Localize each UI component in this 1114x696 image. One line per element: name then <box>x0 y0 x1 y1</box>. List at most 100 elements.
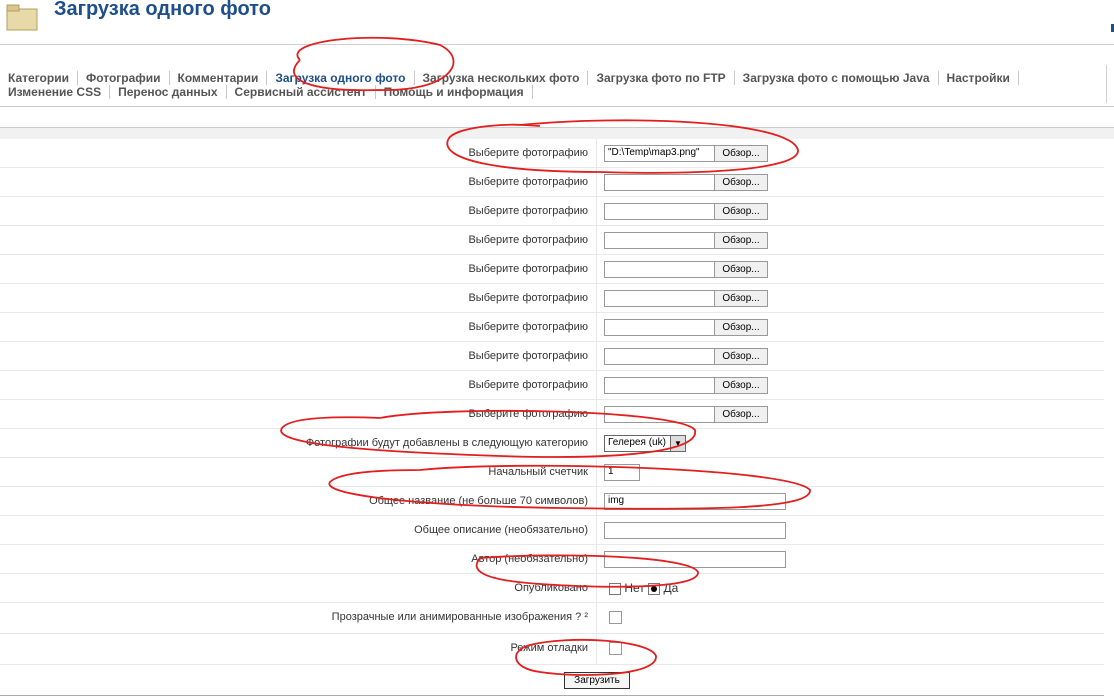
browse-button[interactable]: Обзор... <box>714 175 767 190</box>
field-cell: Обзор... <box>596 197 1105 225</box>
transparent-checkbox[interactable] <box>609 611 622 624</box>
counter-input[interactable]: 1 <box>604 464 640 481</box>
file-path: "D:\Temp\map3.png" <box>608 147 700 158</box>
field-cell: 1 <box>596 458 1105 486</box>
field-label: Выберите фотографию <box>468 379 588 391</box>
field-label: Выберите фотографию <box>468 350 588 362</box>
browse-button[interactable]: Обзор... <box>714 146 767 161</box>
field-label: Выберите фотографию <box>468 408 588 420</box>
field-cell: "D:\Temp\map3.png" Обзор... <box>596 139 1105 167</box>
browse-button[interactable]: Обзор... <box>714 204 767 219</box>
form-row: Общее описание (необязательно) <box>0 516 1104 545</box>
tab-7[interactable]: Загрузка фото с помощью Java <box>735 71 939 85</box>
file-input[interactable]: Обзор... <box>604 319 768 336</box>
input-value: 1 <box>608 466 614 477</box>
field-cell: img <box>596 487 1105 515</box>
title-input[interactable]: img <box>604 493 786 510</box>
browse-button[interactable]: Обзор... <box>714 320 767 335</box>
category-select[interactable]: Гелерея (uk) ▼ <box>604 435 686 452</box>
tabs-bar: Категории Фотографии Комментарии Загрузка о… <box>0 65 1107 103</box>
file-input[interactable]: Обзор... <box>604 377 768 394</box>
field-cell: Обзор... <box>596 284 1105 312</box>
input-value: img <box>608 495 625 506</box>
upload-form: Выберите фотографию "D:\Temp\map3.png" Обз… <box>0 139 1104 696</box>
field-label: Опубликовано <box>514 582 588 594</box>
browse-button[interactable]: Обзор... <box>714 407 767 422</box>
file-input[interactable]: Обзор... <box>604 348 768 365</box>
field-label: Выберите фотографию <box>468 321 588 333</box>
browse-button[interactable]: Обзор... <box>714 233 767 248</box>
tab-6[interactable]: Загрузка фото по FTP <box>588 71 735 85</box>
field-cell <box>596 603 1105 633</box>
form-row: Общее название (не больше 70 символов) im… <box>0 487 1104 516</box>
tab-4[interactable]: Помощь и информация <box>376 85 533 99</box>
file-input[interactable]: Обзор... <box>604 290 768 307</box>
page-title: Загрузка одного фото <box>54 0 271 20</box>
dropdown-arrow-icon[interactable]: ▼ <box>670 436 685 451</box>
field-label: Общее описание (необязательно) <box>414 524 588 536</box>
field-cell: Нет Да <box>596 574 1105 602</box>
tab-3[interactable]: Комментарии <box>170 71 268 85</box>
field-cell: Обзор... <box>596 342 1105 370</box>
folder-icon <box>6 4 38 31</box>
form-row: Выберите фотографию Обзор... <box>0 226 1104 255</box>
file-input[interactable]: Обзор... <box>604 232 768 249</box>
radio-yes[interactable] <box>648 582 661 595</box>
file-input[interactable]: Обзор... <box>604 203 768 220</box>
form-row: Загрузить <box>0 665 1104 696</box>
field-cell: Обзор... <box>596 255 1105 283</box>
browse-button[interactable]: Обзор... <box>714 349 767 364</box>
browse-button[interactable]: Обзор... <box>714 378 767 393</box>
tab-2[interactable]: Фотографии <box>78 71 170 85</box>
field-label: Общее название (не больше 70 символов) <box>369 495 588 507</box>
form-row: Режим отладки <box>0 634 1104 665</box>
form-row: Опубликовано Нет Да <box>0 574 1104 603</box>
form-row: Выберите фотографию Обзор... <box>0 255 1104 284</box>
tab-3[interactable]: Сервисный ассистент <box>227 85 376 99</box>
field-label: Режим отладки <box>510 642 588 654</box>
field-label: Прозрачные или анимированные изображения… <box>331 611 588 623</box>
file-input[interactable]: "D:\Temp\map3.png" Обзор... <box>604 145 768 162</box>
browse-button[interactable]: Обзор... <box>714 291 767 306</box>
field-label: Начальный счетчик <box>488 466 588 478</box>
form-row: Фотографии будут добавлены в следующую к… <box>0 429 1104 458</box>
form-row: Выберите фотографию Обзор... <box>0 197 1104 226</box>
field-cell: Обзор... <box>596 313 1105 341</box>
form-top-strip <box>0 127 1114 139</box>
file-input[interactable]: Обзор... <box>604 261 768 278</box>
field-cell: Обзор... <box>596 168 1105 196</box>
form-row: Выберите фотографию Обзор... <box>0 400 1104 429</box>
field-label: Автор (необязательно) <box>471 553 588 565</box>
form-row: Автор (необязательно) <box>0 545 1104 574</box>
radio-yes-label: Да <box>663 581 679 595</box>
published-radios: Нет Да <box>609 581 678 595</box>
author-input[interactable] <box>604 551 786 568</box>
form-row: Выберите фотографию Обзор... <box>0 168 1104 197</box>
field-cell: Гелерея (uk) ▼ <box>596 429 1105 457</box>
field-cell: Обзор... <box>596 400 1105 428</box>
tab-1[interactable]: Изменение CSS <box>0 85 111 99</box>
tab-8[interactable]: Настройки <box>939 71 1019 85</box>
tab-1[interactable]: Категории <box>0 71 78 85</box>
tab-2[interactable]: Перенос данных <box>110 85 227 99</box>
field-cell: Обзор... <box>596 226 1105 254</box>
upload-button[interactable]: Загрузить <box>564 672 630 689</box>
radio-no[interactable] <box>609 582 621 595</box>
form-row: Выберите фотографию Обзор... <box>0 313 1104 342</box>
field-label: Выберите фотографию <box>468 205 588 217</box>
form-row: Выберите фотографию Обзор... <box>0 342 1104 371</box>
browse-button[interactable]: Обзор... <box>714 262 767 277</box>
category-value: Гелерея (uk) <box>608 437 666 448</box>
debug-checkbox[interactable] <box>609 642 622 655</box>
field-label: Выберите фотографию <box>468 176 588 188</box>
tab-4[interactable]: Загрузка одного фото <box>267 71 415 85</box>
radio-no-label: Нет <box>624 581 645 595</box>
field-cell <box>596 516 1105 544</box>
tab-5[interactable]: Загрузка нескольких фото <box>415 71 589 85</box>
description-input[interactable] <box>604 522 786 539</box>
field-label: Выберите фотографию <box>468 263 588 275</box>
file-input[interactable]: Обзор... <box>604 406 768 423</box>
field-label: Выберите фотографию <box>468 292 588 304</box>
file-input[interactable]: Обзор... <box>604 174 768 191</box>
field-label: Фотографии будут добавлены в следующую к… <box>305 437 588 449</box>
